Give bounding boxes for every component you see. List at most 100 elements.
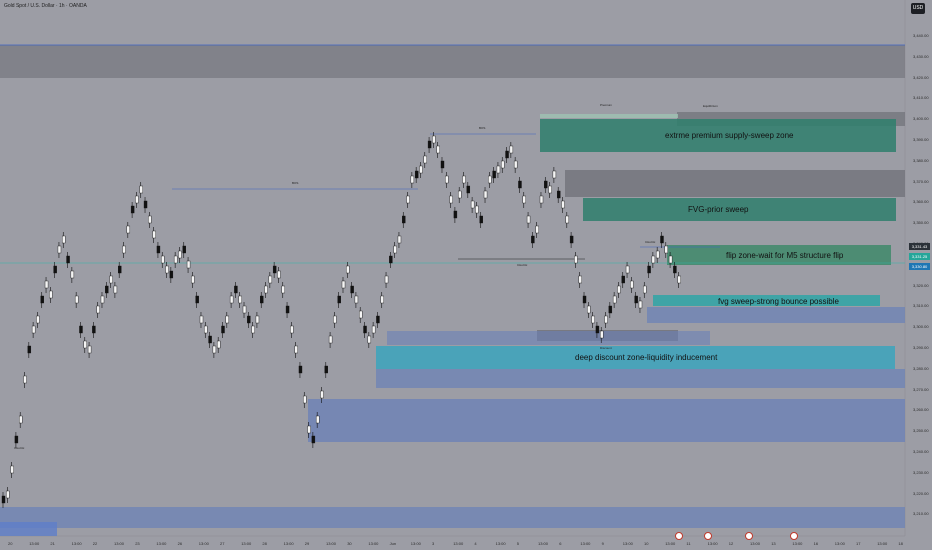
event-icon-4[interactable]	[790, 532, 798, 540]
candle-body	[539, 195, 544, 204]
candle-body	[535, 225, 539, 234]
candle-body	[268, 275, 273, 284]
time-axis-label: 13:00	[198, 541, 209, 546]
candle-body	[526, 215, 531, 224]
price-axis-label: 3,320.00	[913, 282, 929, 288]
candle-body	[130, 205, 135, 214]
candle-body	[294, 345, 298, 354]
candle-body	[522, 195, 526, 204]
time-axis-label: 13:00	[241, 541, 252, 546]
candle-body	[165, 265, 169, 274]
candle-body	[44, 280, 49, 289]
candle-body	[173, 255, 178, 264]
candle-body	[105, 285, 109, 294]
time-axis-label: Jun	[389, 541, 397, 546]
candle-body	[548, 185, 552, 194]
candle-body	[122, 245, 126, 254]
event-icon-2[interactable]	[704, 532, 712, 540]
candle-body	[643, 285, 647, 294]
time-axis-label: 11	[686, 541, 691, 546]
time-axis-label: 23	[135, 541, 140, 546]
premium-zone-label: extrme premium supply-sweep zone	[665, 131, 794, 140]
candle-body	[285, 305, 290, 314]
fvg-prior-label: FVG-prior sweep	[688, 205, 749, 214]
candle-body	[247, 315, 251, 324]
candle-body	[660, 235, 664, 244]
candle-body	[449, 195, 453, 204]
time-axis-label: 13	[771, 541, 776, 546]
candle-body	[432, 135, 436, 144]
choch-marker-2: CHoCH	[645, 240, 656, 244]
premium-marker: Premium	[600, 103, 613, 107]
time-axis-label: 13:00	[792, 541, 803, 546]
candle-body	[186, 260, 191, 269]
candle-body	[544, 180, 548, 189]
time-axis-label: 22	[92, 541, 98, 546]
candle-body	[359, 310, 363, 319]
time-axis-label: 9	[601, 541, 604, 546]
time-axis-label: 13:00	[707, 541, 718, 546]
flip-zone-label: flip zone-wait for M5 structure flip	[726, 251, 844, 260]
price-axis-label: 3,410.00	[913, 95, 929, 101]
candle-body	[346, 265, 350, 274]
bos-marker-2: BOS	[479, 126, 486, 130]
choch-marker-3: CHoCH	[14, 446, 25, 450]
candle-body	[600, 330, 604, 339]
price-chart[interactable]	[0, 0, 932, 550]
candle-body	[260, 295, 264, 304]
price-axis-label: 3,360.00	[913, 199, 929, 205]
candle-body	[518, 180, 522, 189]
candle-body	[53, 265, 57, 274]
symbol-title: Gold Spot / U.S. Dollar · 1h · OANDA	[4, 3, 87, 9]
candle-body	[638, 300, 643, 309]
candle-body	[208, 335, 212, 344]
event-icon-1[interactable]	[675, 532, 683, 540]
candle-body	[303, 395, 307, 404]
candle-body	[143, 200, 148, 209]
candle-body	[238, 295, 242, 304]
time-axis-label: 13:00	[622, 541, 633, 546]
price-axis-label: 3,370.00	[913, 178, 929, 184]
time-axis-label: 16	[813, 541, 819, 546]
candle-body	[578, 275, 582, 284]
candle-body	[251, 325, 255, 334]
candle-body	[513, 160, 518, 169]
time-axis-label: 13:00	[326, 541, 337, 546]
time-axis-label: 13:00	[114, 541, 125, 546]
candle-body	[23, 375, 27, 384]
candle-body	[458, 190, 462, 199]
candle-body	[341, 280, 346, 289]
candle-body	[617, 285, 621, 294]
time-axis-label: 30	[347, 541, 352, 546]
price-axis-label: 3,210.00	[913, 511, 929, 517]
candle-body	[255, 315, 260, 324]
candle-body	[475, 205, 479, 214]
time-axis-label: 26	[177, 541, 183, 546]
candle-body	[350, 285, 354, 294]
candle-body	[311, 435, 316, 444]
event-icon-3[interactable]	[745, 532, 753, 540]
candle-body	[505, 150, 509, 159]
candle-body	[204, 325, 208, 334]
time-axis-label: 13:00	[410, 541, 421, 546]
candle-body	[31, 325, 36, 334]
candle-body	[113, 285, 118, 294]
time-axis-label: 6	[559, 541, 562, 546]
candle-body	[556, 190, 561, 199]
candle-body	[531, 235, 535, 244]
candle-body	[234, 285, 238, 294]
currency-badge[interactable]: USD	[911, 3, 925, 14]
candle-body	[492, 170, 496, 179]
candle-body	[384, 275, 389, 284]
price-axis-label: 3,230.00	[913, 469, 929, 475]
time-axis-label: 12	[728, 541, 734, 546]
candle-body	[333, 315, 337, 324]
candle-body	[221, 325, 225, 334]
candle-body	[440, 160, 445, 169]
candle-body	[354, 295, 359, 304]
candle-body	[178, 250, 182, 259]
time-axis-label: 3	[432, 541, 435, 546]
candle-body	[363, 325, 367, 334]
candle-body	[272, 265, 277, 274]
candle-body	[483, 190, 488, 199]
